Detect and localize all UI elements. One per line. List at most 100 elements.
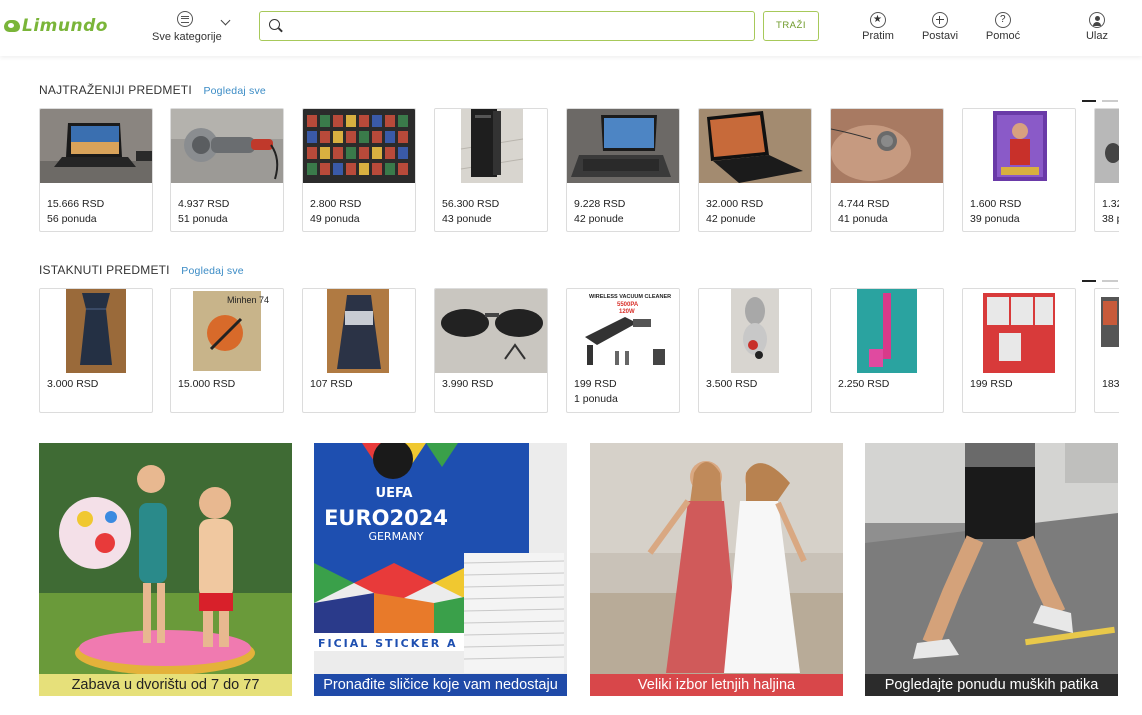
- product-offers: 49 ponuda: [310, 213, 360, 225]
- featured-view-all-link[interactable]: Pogledaj sve: [181, 265, 244, 277]
- germany-label: GERMANY: [368, 530, 423, 543]
- vacuum-headline: WIRELESS VACUUM CLEANER: [589, 294, 671, 300]
- uefa-label: UEFA: [376, 486, 413, 501]
- product-thumbnail: [831, 109, 943, 183]
- product-offers: 56 ponuda: [47, 213, 97, 225]
- product-thumbnail: [40, 289, 152, 373]
- product-price: 15.000 RSD: [178, 378, 236, 390]
- product-card[interactable]: 15.666 RSD 56 ponuda: [39, 108, 153, 232]
- product-thumbnail: [699, 109, 811, 183]
- product-card[interactable]: 1.32 38 p: [1094, 108, 1119, 232]
- product-price: 3.990 RSD: [442, 378, 494, 390]
- euro2024-label: EURO2024: [324, 506, 448, 530]
- featured-title: ISTAKNUTI PREDMETI: [39, 263, 170, 277]
- categories-label: Sve kategorije: [152, 31, 222, 43]
- product-price: 2.800 RSD: [310, 198, 362, 210]
- promo-banner-kids-pool[interactable]: Zabava u dvorištu od 7 do 77: [39, 443, 292, 696]
- product-price: 3.000 RSD: [47, 378, 99, 390]
- help-icon: [995, 12, 1011, 28]
- nav-ulaz[interactable]: Ulaz: [1077, 12, 1117, 46]
- product-thumbnail: [435, 109, 547, 183]
- product-card[interactable]: 183: [1094, 288, 1119, 413]
- featured-row: 3.000 RSD Minhen 74 15.000 RSD 107 RSD 3…: [39, 288, 1119, 413]
- nav-postavi[interactable]: Postavi: [920, 12, 960, 46]
- nav-pratim[interactable]: Pratim: [858, 12, 898, 46]
- most-wanted-view-all-link[interactable]: Pogledaj sve: [203, 85, 266, 97]
- banner-caption: Pronađite sličice koje vam nedostaju: [314, 674, 567, 696]
- promo-banner-image: [590, 443, 843, 696]
- top-header: Limundo Sve kategorije TRAŽI Pratim Post…: [0, 0, 1142, 56]
- product-thumbnail: [1095, 289, 1119, 373]
- chevron-down-icon: [220, 15, 231, 26]
- nav-pomoc[interactable]: Pomoć: [983, 12, 1023, 46]
- product-card[interactable]: 32.000 RSD 42 ponude: [698, 108, 812, 232]
- star-icon: [870, 12, 886, 28]
- vacuum-power: 5500PA: [617, 302, 639, 308]
- product-thumbnail: [699, 289, 811, 373]
- product-offers: 38 p: [1102, 213, 1119, 225]
- carousel-scroll-indicator[interactable]: [1082, 100, 1118, 102]
- product-offers: 39 ponuda: [970, 213, 1020, 225]
- promo-banner-mens-sneakers[interactable]: Pogledajte ponudu muških patika: [865, 443, 1118, 696]
- user-icon: [1089, 12, 1105, 28]
- product-card[interactable]: 199 RSD: [962, 288, 1076, 413]
- promo-banner-image: [865, 443, 1118, 696]
- all-categories-button[interactable]: Sve kategorije: [150, 11, 235, 45]
- logo-mark-icon: [4, 20, 20, 32]
- product-price: 199 RSD: [970, 378, 1013, 390]
- product-offers: 51 ponuda: [178, 213, 228, 225]
- nav-pratim-label: Pratim: [862, 30, 894, 42]
- product-price: 183: [1102, 378, 1119, 390]
- product-thumbnail: [1095, 109, 1119, 183]
- product-offers: 42 ponude: [574, 213, 624, 225]
- product-price: 15.666 RSD: [47, 198, 105, 210]
- banner-caption: Veliki izbor letnjih haljina: [590, 674, 843, 696]
- product-card[interactable]: 4.937 RSD 51 ponuda: [170, 108, 284, 232]
- promo-banner-euro2024[interactable]: UEFA EURO2024 GERMANY FICIAL STICKER A P…: [314, 443, 567, 696]
- product-offers: 43 ponude: [442, 213, 492, 225]
- product-price: 4.937 RSD: [178, 198, 230, 210]
- promo-banner-summer-dresses[interactable]: Veliki izbor letnjih haljina: [590, 443, 843, 696]
- plus-icon: [932, 12, 948, 28]
- product-offers: 42 ponude: [706, 213, 756, 225]
- product-card[interactable]: 3.000 RSD: [39, 288, 153, 413]
- product-price: 56.300 RSD: [442, 198, 500, 210]
- product-thumbnail: [40, 109, 152, 183]
- product-card[interactable]: 1.600 RSD 39 ponuda: [962, 108, 1076, 232]
- product-card[interactable]: 3.990 RSD: [434, 288, 548, 413]
- product-price: 107 RSD: [310, 378, 353, 390]
- search-input[interactable]: [290, 16, 745, 36]
- search-box: [259, 11, 755, 41]
- product-thumbnail: Minhen 74: [171, 289, 283, 373]
- product-card[interactable]: 56.300 RSD 43 ponude: [434, 108, 548, 232]
- vacuum-wattage: 120W: [619, 309, 635, 315]
- product-card[interactable]: 2.250 RSD: [830, 288, 944, 413]
- product-thumbnail: [303, 289, 415, 373]
- poster-text: Minhen 74: [227, 295, 269, 305]
- search-icon: [269, 19, 280, 30]
- product-price: 3.500 RSD: [706, 378, 758, 390]
- product-card[interactable]: 2.800 RSD 49 ponuda: [302, 108, 416, 232]
- product-thumbnail: [963, 109, 1075, 183]
- product-thumbnail: [303, 109, 415, 183]
- sticker-album-text: FICIAL STICKER A: [318, 637, 458, 650]
- product-price: 2.250 RSD: [838, 378, 890, 390]
- product-thumbnail: [831, 289, 943, 373]
- product-thumbnail: [567, 109, 679, 183]
- limundo-logo[interactable]: Limundo: [4, 14, 108, 38]
- product-card[interactable]: 107 RSD: [302, 288, 416, 413]
- product-card[interactable]: 3.500 RSD: [698, 288, 812, 413]
- promo-banner-image: [39, 443, 292, 696]
- product-card[interactable]: Minhen 74 15.000 RSD: [170, 288, 284, 413]
- most-wanted-title: NAJTRAŽENIJI PREDMETI: [39, 83, 192, 97]
- banner-caption: Pogledajte ponudu muških patika: [865, 674, 1118, 696]
- nav-postavi-label: Postavi: [921, 30, 959, 42]
- product-card[interactable]: 9.228 RSD 42 ponude: [566, 108, 680, 232]
- product-card[interactable]: 4.744 RSD 41 ponuda: [830, 108, 944, 232]
- search-button[interactable]: TRAŽI: [763, 11, 819, 41]
- product-price: 199 RSD: [574, 378, 617, 390]
- carousel-scroll-indicator[interactable]: [1082, 280, 1118, 282]
- product-offers: 41 ponuda: [838, 213, 888, 225]
- product-card[interactable]: WIRELESS VACUUM CLEANER 5500PA 120W 199 …: [566, 288, 680, 413]
- featured-heading: ISTAKNUTI PREDMETI Pogledaj sve: [39, 263, 244, 277]
